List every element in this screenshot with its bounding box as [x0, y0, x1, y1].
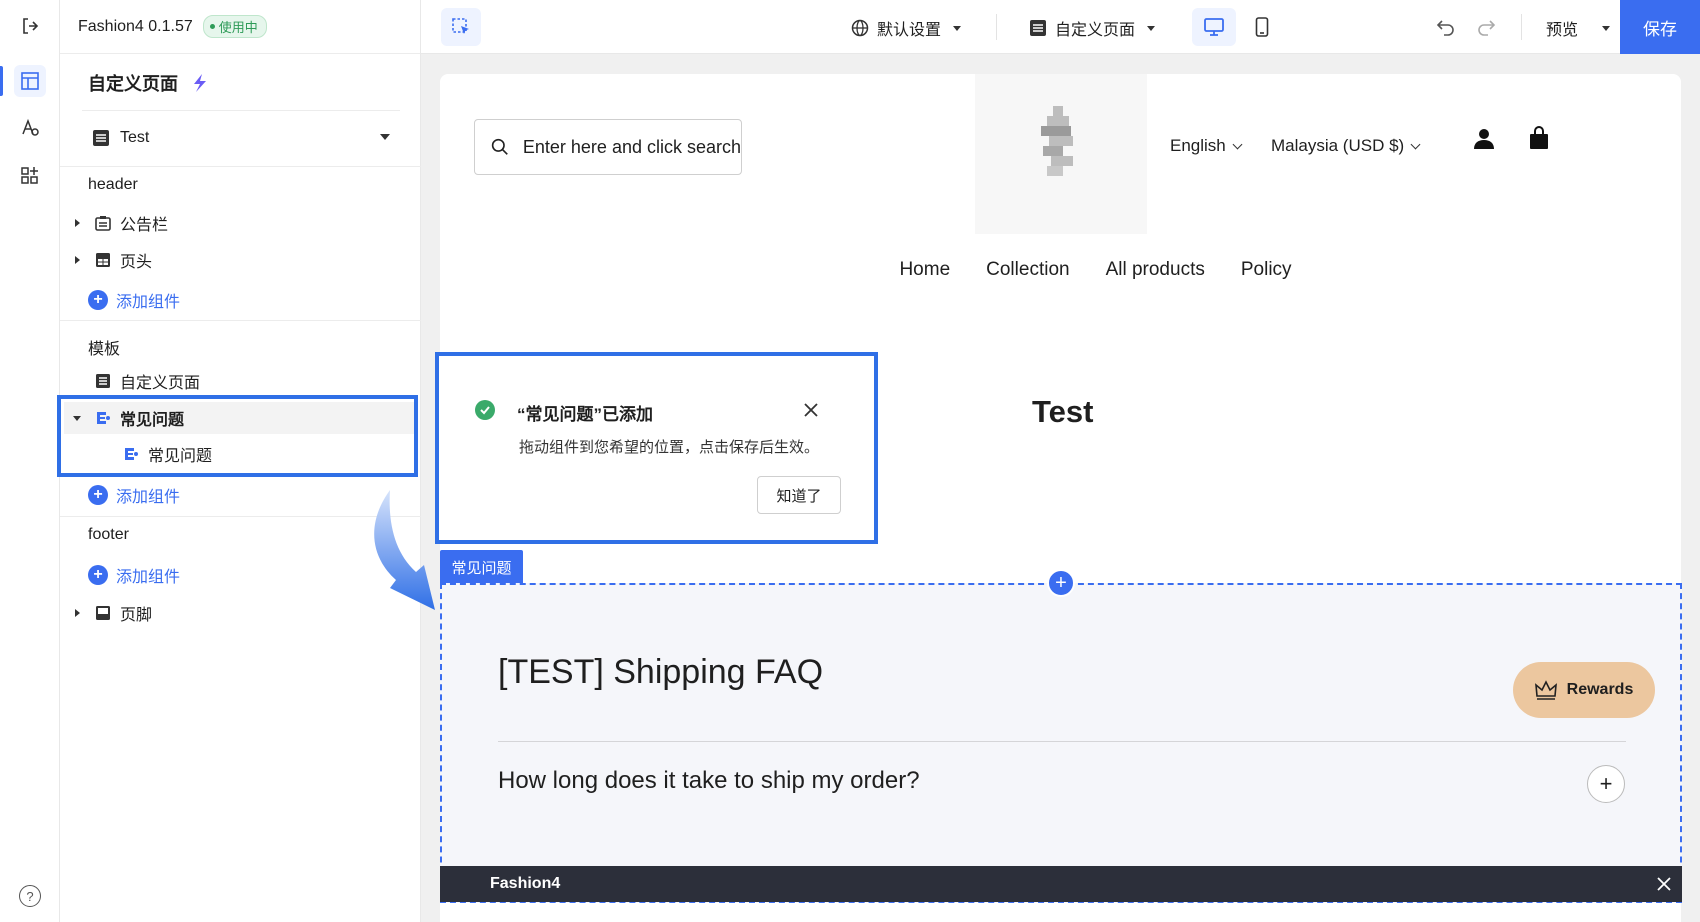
apps-icon[interactable]	[14, 160, 46, 192]
chevron-down-icon	[1602, 25, 1611, 31]
success-check-icon	[475, 400, 495, 420]
expand-icon	[74, 219, 80, 227]
template-section-label: 模板	[88, 341, 121, 358]
chevron-down-icon	[953, 25, 962, 31]
plus-circle-icon: +	[88, 485, 108, 505]
nav-all-products[interactable]: All products	[1106, 259, 1205, 281]
theme-style-icon[interactable]	[14, 112, 46, 144]
rewards-button[interactable]: Rewards	[1513, 662, 1655, 718]
currency-dropdown[interactable]: Malaysia (USD $)	[1271, 136, 1421, 156]
undo-icon[interactable]	[1436, 16, 1456, 36]
added-notification: “常见问题”已添加 拖动组件到您希望的位置，点击保存后生效。 知道了	[435, 352, 878, 544]
chevron-down-icon	[1232, 139, 1243, 149]
active-indicator	[0, 66, 3, 96]
sidebar-title: 自定义页面	[88, 70, 210, 96]
expand-plus-icon[interactable]: +	[1587, 765, 1625, 803]
nav-collection[interactable]: Collection	[986, 259, 1069, 281]
tree-item-header[interactable]: 页头	[70, 244, 410, 276]
page-select[interactable]: Test	[92, 124, 402, 152]
globe-icon	[851, 19, 869, 37]
app-header: Fashion4 0.1.57 使用中	[60, 0, 420, 54]
chevron-down-icon	[1410, 139, 1421, 149]
page-icon	[94, 372, 112, 390]
faq-divider	[498, 741, 1626, 742]
close-icon[interactable]	[1654, 874, 1674, 894]
nav-home[interactable]: Home	[899, 259, 950, 281]
help-icon[interactable]: ?	[19, 885, 41, 907]
tree-item-custom-page[interactable]: 自定义页面	[70, 365, 410, 397]
search-icon	[491, 138, 508, 155]
account-icon[interactable]	[1474, 128, 1494, 155]
editor-toolbar: 默认设置 自定义页面 预览 保存	[421, 0, 1700, 54]
page-type-selector[interactable]: 自定义页面	[1029, 16, 1156, 40]
faq-section[interactable]: [TEST] Shipping FAQ Rewards How long doe…	[440, 583, 1682, 903]
cart-icon[interactable]	[1529, 126, 1549, 155]
save-button[interactable]: 保存	[1620, 0, 1700, 54]
add-component-button[interactable]: + 添加组件	[88, 483, 180, 507]
plus-circle-icon: +	[88, 290, 108, 310]
page-icon	[93, 130, 109, 146]
desktop-view-icon[interactable]	[1192, 8, 1236, 46]
app-name: Fashion4 0.1.57	[78, 17, 193, 35]
expand-icon	[74, 256, 80, 264]
language-selector[interactable]: 默认设置	[851, 16, 962, 40]
select-tool-icon[interactable]	[441, 8, 481, 46]
notification-body: 拖动组件到您希望的位置，点击保存后生效。	[519, 439, 820, 456]
chevron-down-icon	[380, 134, 390, 140]
add-section-icon[interactable]: +	[1047, 569, 1075, 597]
ai-sparkle-icon	[194, 74, 206, 92]
page-title: Test	[1032, 394, 1094, 429]
chevron-down-icon	[1147, 25, 1156, 31]
theme-bar: Fashion4	[440, 866, 1682, 902]
close-icon[interactable]	[801, 400, 821, 420]
language-dropdown[interactable]: English	[1170, 136, 1243, 156]
crown-icon	[1534, 680, 1557, 700]
store-nav: Home Collection All products Policy	[440, 259, 1681, 281]
header-section-label: header	[88, 176, 138, 193]
drag-hint-arrow-icon	[360, 490, 435, 610]
faq-question[interactable]: How long does it take to ship my order?	[498, 767, 920, 795]
store-logo[interactable]	[975, 74, 1147, 234]
left-rail: ?	[0, 0, 60, 922]
redo-icon[interactable]	[1476, 16, 1496, 36]
store-search-input[interactable]: Enter here and click search	[474, 119, 742, 175]
plus-circle-icon: +	[88, 565, 108, 585]
preview-button[interactable]: 预览	[1546, 16, 1611, 40]
header-icon	[94, 251, 112, 269]
section-tag[interactable]: 常见问题	[440, 550, 523, 584]
faq-highlight-frame	[57, 395, 418, 477]
footer-section-label: footer	[88, 526, 129, 543]
tree-item-announcement[interactable]: 公告栏	[70, 207, 410, 239]
layout-icon[interactable]	[14, 65, 46, 97]
footer-icon	[94, 604, 112, 622]
tree-item-footer[interactable]: 页脚	[70, 597, 410, 629]
nav-policy[interactable]: Policy	[1241, 259, 1292, 281]
got-it-button[interactable]: 知道了	[757, 476, 841, 514]
theme-name: Fashion4	[490, 875, 561, 892]
add-component-button[interactable]: + 添加组件	[88, 288, 180, 312]
status-badge: 使用中	[202, 15, 267, 38]
add-component-button[interactable]: + 添加组件	[88, 563, 180, 587]
faq-title: [TEST] Shipping FAQ	[498, 653, 824, 691]
exit-icon[interactable]	[14, 10, 46, 42]
page-icon	[1030, 20, 1046, 36]
expand-icon	[74, 609, 80, 617]
notification-title: “常见问题”已添加	[517, 405, 653, 424]
announcement-icon	[94, 214, 112, 232]
mobile-view-icon[interactable]	[1240, 8, 1284, 46]
